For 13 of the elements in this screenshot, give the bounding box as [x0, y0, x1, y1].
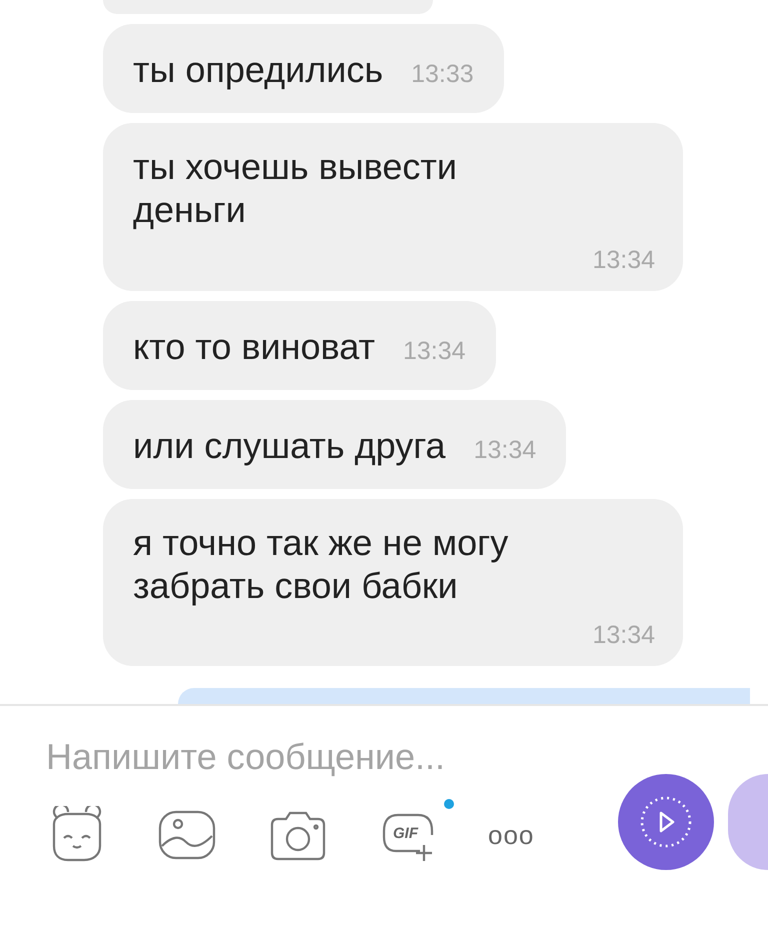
message-time: 13:34	[592, 621, 655, 650]
more-button[interactable]: ooo	[488, 820, 534, 851]
message-time: 13:34	[402, 336, 466, 366]
message-time: 13:33	[411, 60, 474, 89]
message-input[interactable]: Напишите сообщение...	[46, 736, 566, 778]
message-time: 13:34	[474, 436, 536, 465]
message-text: ты опредились	[133, 48, 384, 92]
message-time: 13:34	[592, 246, 655, 275]
gif-button[interactable]: GIF	[378, 807, 440, 864]
message-text: кто то виноват	[133, 324, 375, 368]
message-text: я точно так же не могу забрать свои бабки	[133, 520, 510, 608]
message-text: или слушать друга	[133, 424, 446, 467]
message-text: ты хочешь вывести деньги	[133, 145, 458, 232]
